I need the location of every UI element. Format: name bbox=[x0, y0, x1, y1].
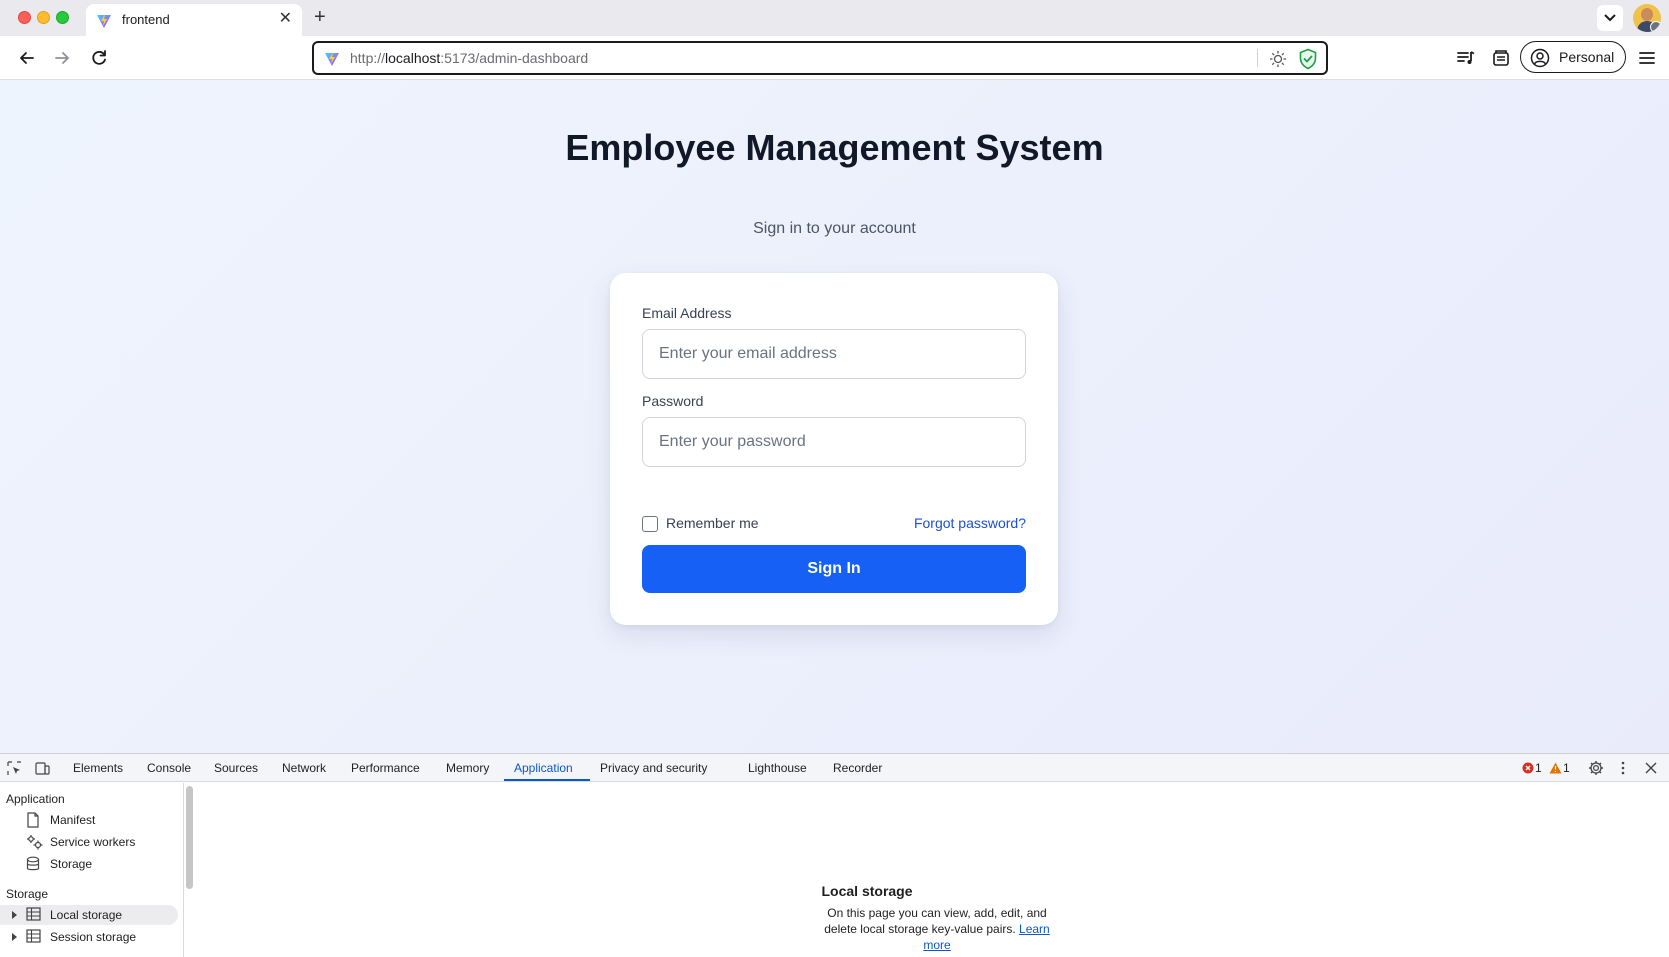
empty-state-description: On this page you can view, add, edit, an… bbox=[812, 905, 1062, 953]
hamburger-menu-icon[interactable] bbox=[1636, 47, 1658, 69]
sidebar-item-label: Session storage bbox=[50, 930, 137, 944]
profile-label: Personal bbox=[1559, 49, 1615, 65]
profile-avatar[interactable] bbox=[1633, 4, 1661, 32]
window-minimize-button[interactable] bbox=[37, 11, 50, 24]
page-title: Employee Management System bbox=[0, 128, 1669, 168]
devtools-tab-network[interactable]: Network bbox=[282, 761, 326, 775]
devtools-tab-recorder[interactable]: Recorder bbox=[833, 761, 882, 775]
sidebar-item-label: Manifest bbox=[50, 813, 96, 827]
sidebar-item-storage[interactable]: Storage bbox=[0, 854, 178, 874]
back-arrow-icon[interactable] bbox=[16, 47, 38, 69]
sidebar-item-label: Storage bbox=[50, 857, 93, 871]
kebab-menu-icon[interactable] bbox=[1620, 761, 1626, 775]
sidebar-item-service-workers[interactable]: Service workers bbox=[0, 832, 178, 852]
email-field[interactable] bbox=[643, 330, 1025, 378]
url-separator bbox=[1257, 49, 1258, 67]
password-label: Password bbox=[642, 393, 704, 409]
remember-me-checkbox[interactable] bbox=[642, 516, 658, 532]
media-queue-icon[interactable] bbox=[1455, 47, 1477, 69]
url-host: localhost bbox=[385, 50, 441, 66]
tab-close-icon[interactable]: ✕ bbox=[279, 10, 292, 28]
devtools-main-pane: Local storage On this page you can view,… bbox=[198, 783, 1669, 957]
chevron-down-icon bbox=[1604, 14, 1616, 22]
expand-triangle-icon[interactable] bbox=[12, 933, 17, 941]
login-page: Employee Management System Sign in to yo… bbox=[0, 80, 1669, 753]
devtools-tab-performance[interactable]: Performance bbox=[351, 761, 420, 775]
forgot-password-link[interactable]: Forgot password? bbox=[914, 515, 1026, 531]
new-tab-plus-icon[interactable]: + bbox=[314, 6, 326, 28]
database-icon bbox=[26, 856, 40, 871]
browser-tab-active[interactable]: frontend ✕ bbox=[86, 4, 302, 36]
reload-icon[interactable] bbox=[88, 47, 110, 69]
sidebar-item-local-storage[interactable]: Local storage bbox=[0, 905, 178, 925]
shield-check-icon[interactable] bbox=[1298, 48, 1318, 70]
email-field-wrapper bbox=[642, 329, 1026, 379]
tab-list-button[interactable] bbox=[1597, 5, 1623, 31]
remember-me-label[interactable]: Remember me bbox=[666, 515, 759, 531]
table-icon bbox=[26, 907, 41, 921]
device-toolbar-icon[interactable] bbox=[35, 761, 50, 776]
browser-tab-strip: frontend ✕ + bbox=[0, 0, 1669, 36]
devtools-tab-elements[interactable]: Elements bbox=[73, 761, 123, 775]
sidebar-scrollbar[interactable] bbox=[186, 786, 193, 889]
inspect-element-icon[interactable] bbox=[7, 761, 22, 776]
active-tab-indicator bbox=[504, 779, 590, 781]
password-field[interactable] bbox=[643, 418, 1025, 466]
vite-favicon-icon bbox=[97, 14, 111, 28]
vite-favicon-icon bbox=[325, 52, 339, 66]
page-title-text: Employee Management System bbox=[565, 127, 1104, 168]
expand-triangle-icon[interactable] bbox=[12, 911, 17, 919]
gear-icon[interactable] bbox=[1588, 760, 1604, 776]
sidebar-heading-storage: Storage bbox=[6, 887, 49, 901]
profile-button[interactable]: Personal bbox=[1520, 41, 1626, 73]
document-icon bbox=[27, 812, 39, 828]
tab-title: frontend bbox=[122, 12, 170, 27]
devtools-tab-privacy[interactable]: Privacy and security bbox=[600, 761, 707, 775]
devtools-tab-lighthouse[interactable]: Lighthouse bbox=[748, 761, 807, 775]
login-card: Email Address Password Remember me Forgo… bbox=[610, 273, 1058, 625]
sidebar-item-manifest[interactable]: Manifest bbox=[0, 810, 178, 830]
devtools-tab-console[interactable]: Console bbox=[147, 761, 191, 775]
devtools-tab-application[interactable]: Application bbox=[514, 761, 573, 775]
sidebar-item-label: Service workers bbox=[50, 835, 136, 849]
url-scheme: http:// bbox=[350, 50, 386, 66]
warning-count[interactable]: 1 bbox=[1563, 761, 1570, 775]
address-bar[interactable]: http://localhost:5173/admin-dashboard bbox=[312, 41, 1328, 75]
wallet-icon[interactable] bbox=[1490, 47, 1512, 69]
devtools-tabbar: Elements Console Sources Network Perform… bbox=[0, 754, 1669, 782]
warning-icon bbox=[1549, 762, 1562, 774]
window-zoom-button[interactable] bbox=[56, 11, 69, 24]
devtools-tab-sources[interactable]: Sources bbox=[214, 761, 258, 775]
sidebar-item-label: Local storage bbox=[50, 908, 123, 922]
table-icon bbox=[26, 929, 41, 943]
sun-icon[interactable] bbox=[1268, 49, 1288, 69]
url-path: :5173/admin-dashboard bbox=[440, 50, 589, 66]
page-subtitle: Sign in to your account bbox=[753, 220, 916, 237]
gears-icon bbox=[27, 835, 43, 850]
forward-arrow-icon[interactable] bbox=[51, 47, 73, 69]
empty-state-title: Local storage bbox=[821, 883, 913, 899]
sign-in-button[interactable]: Sign In bbox=[642, 545, 1026, 593]
devtools-panel: Elements Console Sources Network Perform… bbox=[0, 753, 1669, 957]
empty-state-text: On this page you can view, add, edit, an… bbox=[824, 906, 1047, 936]
user-circle-icon bbox=[1530, 48, 1550, 68]
sidebar-item-session-storage[interactable]: Session storage bbox=[0, 927, 178, 947]
window-close-button[interactable] bbox=[18, 11, 31, 24]
error-icon bbox=[1522, 762, 1534, 774]
sidebar-heading-application: Application bbox=[6, 792, 65, 806]
email-label: Email Address bbox=[642, 305, 732, 321]
devtools-sidebar: Application Manifest Service workers Sto… bbox=[0, 783, 193, 957]
password-field-wrapper bbox=[642, 417, 1026, 467]
devtools-tab-memory[interactable]: Memory bbox=[446, 761, 489, 775]
url-text: http://localhost:5173/admin-dashboard bbox=[350, 50, 588, 66]
browser-toolbar: http://localhost:5173/admin-dashboard Pe… bbox=[0, 36, 1669, 80]
error-count[interactable]: 1 bbox=[1535, 761, 1542, 775]
close-icon[interactable] bbox=[1645, 762, 1657, 774]
